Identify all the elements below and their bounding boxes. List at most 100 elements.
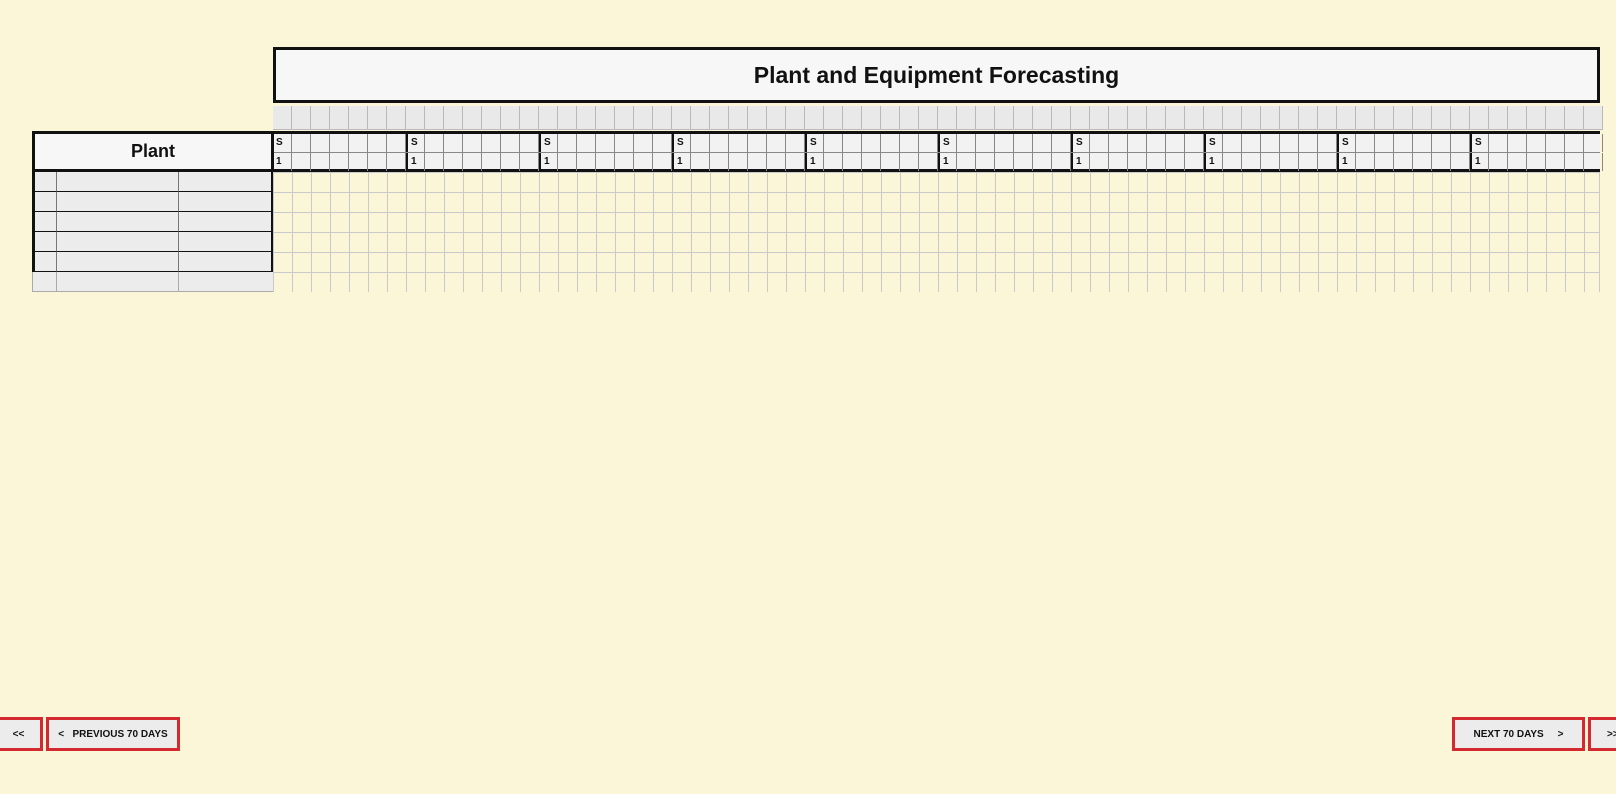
day-number-cell [1128,153,1147,171]
day-number-cell [1033,153,1052,171]
day-number-cell [1090,153,1109,171]
day-letter-cell: S [938,134,957,152]
day-letter-cell [1394,134,1413,152]
day-letter-cell [710,134,729,152]
day-letter-cell: S [406,134,425,152]
day-number-cell [387,153,406,171]
header-blank-cell [1546,106,1565,130]
day-number-cell [1432,153,1451,171]
header-blank-cell [938,106,957,130]
plant-row[interactable] [32,232,274,252]
plant-row[interactable] [32,272,274,292]
day-number-cell [1299,153,1318,171]
plant-row[interactable] [32,212,274,232]
day-number-cell: 1 [1204,153,1223,171]
day-letter-cell [1242,134,1261,152]
day-letter-cell [1546,134,1565,152]
day-number-cell [1489,153,1508,171]
header-blank-cell [1508,106,1527,130]
header-blank-cell [520,106,539,130]
day-letter-cell [729,134,748,152]
day-number-cell [1147,153,1166,171]
day-number-cell [1223,153,1242,171]
plant-row[interactable] [32,192,274,212]
day-letter-cell [349,134,368,152]
header-blank-cell [1527,106,1546,130]
day-letter-row: SSSSSSSSSS [273,134,1603,152]
header-blank-cell [805,106,824,130]
day-number-cell [1280,153,1299,171]
plant-row[interactable] [32,172,274,192]
day-number-cell [1318,153,1337,171]
previous-70-days-button[interactable]: < PREVIOUS 70 DAYS [46,717,180,751]
day-letter-cell [1508,134,1527,152]
day-number-cell: 1 [1337,153,1356,171]
day-number-cell [444,153,463,171]
header-blank-cell [653,106,672,130]
day-number-cell [710,153,729,171]
day-number-cell [976,153,995,171]
day-number-cell [1242,153,1261,171]
header-blank-cell [881,106,900,130]
day-letter-cell [615,134,634,152]
day-letter-cell [862,134,881,152]
day-number-cell [995,153,1014,171]
header-blank-cell [1299,106,1318,130]
plant-table [32,172,274,292]
day-letter-cell [596,134,615,152]
last-page-button[interactable]: >> [1588,717,1616,751]
day-letter-cell [1109,134,1128,152]
day-number-cell: 1 [672,153,691,171]
day-letter-cell [1014,134,1033,152]
day-letter-cell [1432,134,1451,152]
day-letter-cell [957,134,976,152]
next-70-days-button[interactable]: NEXT 70 DAYS > [1452,717,1585,751]
header-blank-cell [368,106,387,130]
day-letter-cell [1166,134,1185,152]
sheet-title: Plant and Equipment Forecasting [273,47,1600,103]
header-blank-cell [1128,106,1147,130]
day-letter-cell: S [1337,134,1356,152]
header-blank-cell [995,106,1014,130]
day-number-cell [1546,153,1565,171]
day-letter-cell [577,134,596,152]
day-letter-cell [1584,134,1603,152]
day-number-cell [1375,153,1394,171]
day-number-cell [653,153,672,171]
day-letter-cell [387,134,406,152]
day-number-cell: 1 [273,153,292,171]
day-letter-cell [1413,134,1432,152]
header-blank-cell [1375,106,1394,130]
day-number-cell: 1 [805,153,824,171]
header-blank-cell [900,106,919,130]
day-letter-cell [1261,134,1280,152]
plant-row[interactable] [32,252,274,272]
header-blank-cell [748,106,767,130]
forecast-grid[interactable] [273,172,1600,292]
header-blank-cell [1356,106,1375,130]
first-page-button[interactable]: << [0,717,43,751]
header-blank-cell [1090,106,1109,130]
day-number-cell [1565,153,1584,171]
day-number-cell [1014,153,1033,171]
day-letter-cell [1223,134,1242,152]
header-blank-cell [406,106,425,130]
header-blank-cell [387,106,406,130]
day-letter-cell: S [672,134,691,152]
header-blank-cell [577,106,596,130]
day-letter-cell [919,134,938,152]
day-number-cell [1413,153,1432,171]
header-blank-cell [539,106,558,130]
day-letter-cell [1090,134,1109,152]
header-blank-cell [1565,106,1584,130]
day-letter-cell [881,134,900,152]
day-number-cell [919,153,938,171]
day-letter-cell [691,134,710,152]
day-letter-cell [767,134,786,152]
day-number-cell [767,153,786,171]
day-number-cell [824,153,843,171]
day-letter-cell [1128,134,1147,152]
header-blank-cell [1109,106,1128,130]
day-number-cell: 1 [938,153,957,171]
sheet: Plant and Equipment Forecasting SSSSSSSS… [0,0,1616,794]
